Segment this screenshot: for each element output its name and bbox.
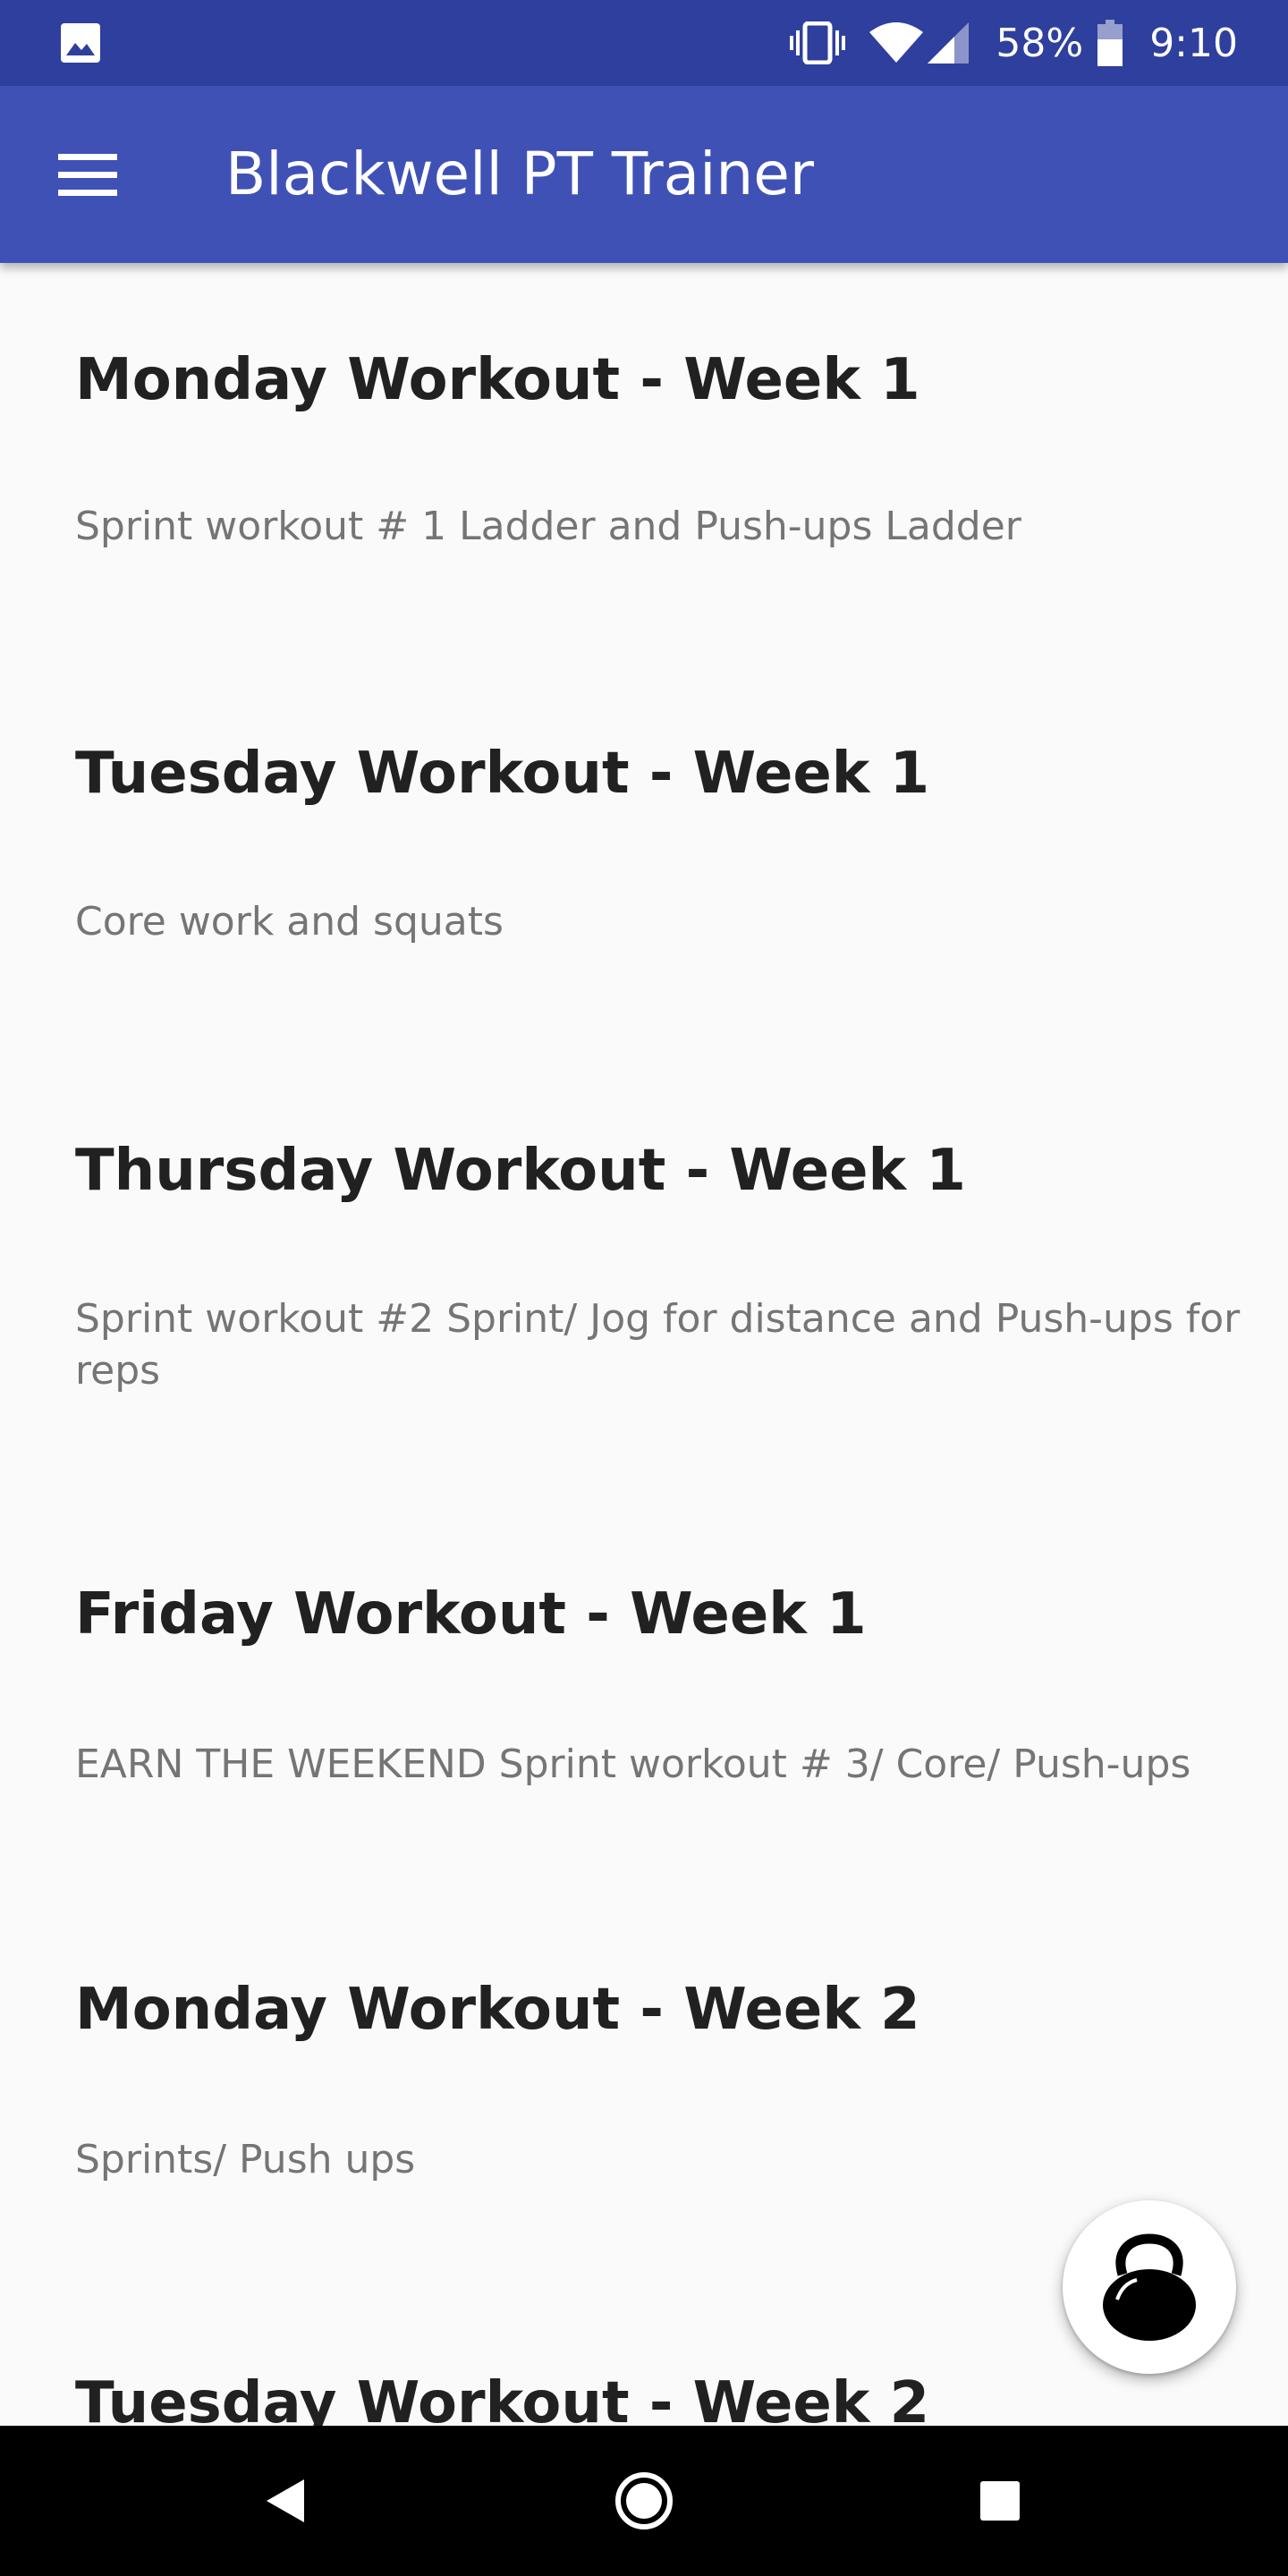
status-bar: 58% 9:10 bbox=[0, 0, 1288, 86]
back-button[interactable] bbox=[249, 2463, 324, 2538]
workout-title: Tuesday Workout - Week 1 bbox=[75, 741, 930, 807]
back-icon bbox=[267, 2479, 304, 2522]
workout-description: Sprint workout # 1 Ladder and Push-ups L… bbox=[75, 504, 1021, 549]
workout-item[interactable]: Thursday Workout - Week 1 Sprint workout… bbox=[0, 1052, 1288, 1499]
workout-description: EARN THE WEEKEND Sprint workout # 3/ Cor… bbox=[75, 1741, 1191, 1787]
app-title: Blackwell PT Trainer bbox=[225, 140, 815, 208]
workout-description: Sprint workout #2 Sprint/ Jog for distan… bbox=[75, 1296, 1241, 1394]
wifi-icon bbox=[869, 21, 924, 64]
battery-percent: 58% bbox=[996, 20, 1084, 66]
screen: 58% 9:10 Blackwell PT Trainer Monday Wor… bbox=[0, 0, 1288, 2576]
workout-description: Sprints/ Push ups bbox=[75, 2137, 416, 2182]
home-icon bbox=[615, 2472, 673, 2529]
workout-item[interactable]: Friday Workout - Week 1 EARN THE WEEKEND… bbox=[0, 1497, 1288, 1893]
hamburger-menu-icon bbox=[58, 154, 117, 196]
workout-item[interactable]: Tuesday Workout - Week 1 Core work and s… bbox=[0, 657, 1288, 1052]
workout-title: Friday Workout - Week 1 bbox=[75, 1581, 867, 1648]
recents-icon bbox=[980, 2481, 1020, 2521]
recents-button[interactable] bbox=[962, 2463, 1038, 2538]
battery-icon bbox=[1097, 20, 1123, 66]
clock: 9:10 bbox=[1149, 20, 1238, 66]
workout-title: Thursday Workout - Week 1 bbox=[75, 1138, 966, 1204]
status-icons: 58% 9:10 bbox=[790, 0, 1238, 86]
menu-button[interactable] bbox=[43, 131, 132, 220]
workout-title: Monday Workout - Week 1 bbox=[75, 347, 920, 413]
app-bar: Blackwell PT Trainer bbox=[0, 86, 1288, 263]
workout-fab[interactable] bbox=[1063, 2200, 1236, 2374]
vibrate-icon bbox=[790, 21, 846, 64]
home-button[interactable] bbox=[606, 2463, 682, 2538]
workout-item[interactable]: Monday Workout - Week 1 Sprint workout #… bbox=[0, 263, 1288, 657]
kettlebell-icon bbox=[1103, 2233, 1196, 2341]
navigation-bar bbox=[0, 2426, 1288, 2576]
cell-signal-icon bbox=[928, 22, 970, 64]
image-notification-icon bbox=[61, 23, 100, 63]
workout-description: Core work and squats bbox=[75, 899, 504, 945]
workout-title: Tuesday Workout - Week 2 bbox=[75, 2370, 930, 2426]
workout-list[interactable]: Monday Workout - Week 1 Sprint workout #… bbox=[0, 263, 1288, 2426]
workout-title: Monday Workout - Week 2 bbox=[75, 1977, 920, 2043]
